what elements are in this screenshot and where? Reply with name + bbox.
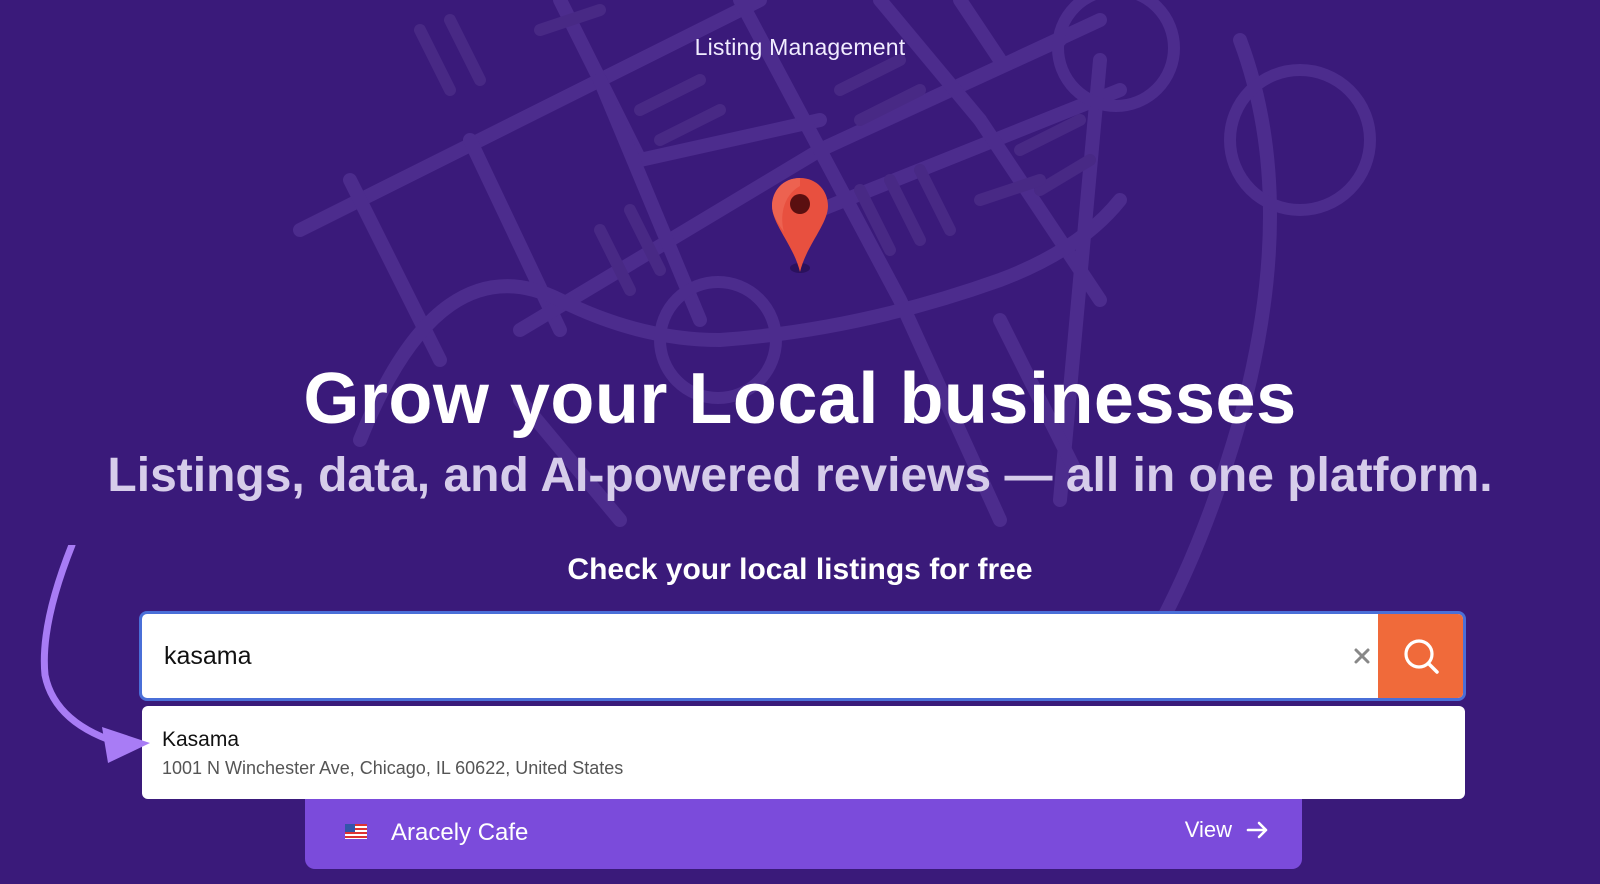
hero-subheadline: Listings, data, and AI-powered reviews —… (107, 449, 1493, 502)
search-section-title: Check your local listings for free (567, 553, 1033, 586)
suggestion-name: Kasama (162, 728, 240, 751)
page-title: Listing Management (694, 34, 906, 60)
search-button[interactable] (1378, 614, 1463, 698)
annotation-arrow-icon (40, 545, 150, 763)
search-suggestion-item[interactable]: Kasama 1001 N Winchester Ave, Chicago, I… (142, 706, 1465, 799)
listing-name: Aracely Cafe (391, 819, 529, 846)
view-button[interactable]: View (1185, 817, 1270, 843)
us-flag-icon (345, 824, 367, 839)
view-label: View (1184, 817, 1232, 842)
arrow-right-icon (1246, 821, 1268, 839)
search-box (139, 611, 1466, 701)
search-icon (1403, 639, 1439, 674)
map-pin-icon (772, 178, 828, 273)
listing-result-card[interactable]: Aracely Cafe View (305, 799, 1302, 869)
hero-headline: Grow your Local businesses (303, 359, 1297, 439)
close-icon[interactable] (1348, 642, 1376, 670)
search-input[interactable] (142, 614, 1378, 698)
suggestion-address: 1001 N Winchester Ave, Chicago, IL 60622… (162, 758, 624, 778)
